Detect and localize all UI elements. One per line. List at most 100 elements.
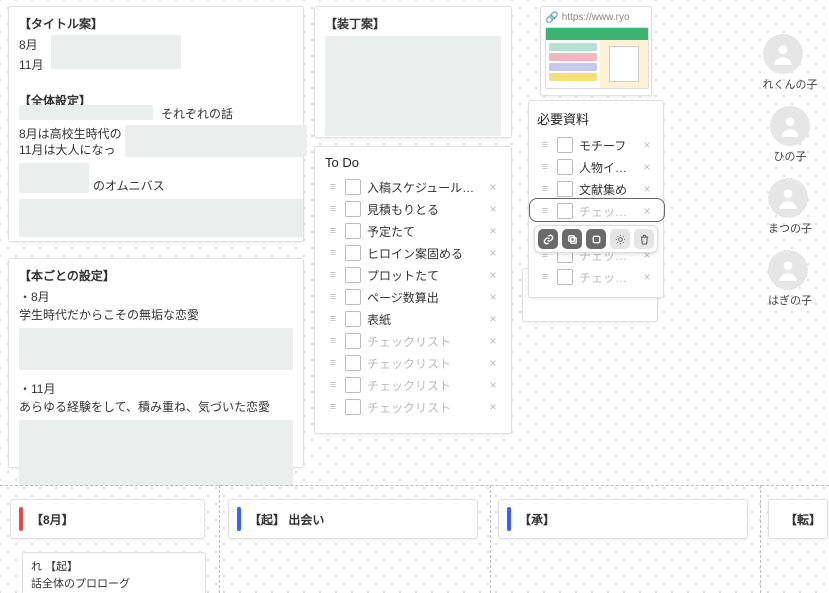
remove-item-button[interactable]: × — [485, 180, 501, 194]
checkbox[interactable] — [557, 203, 573, 219]
heading-todo: To Do — [325, 155, 505, 170]
checkbox[interactable] — [345, 377, 361, 393]
checklist-label: ページ数算出 — [367, 289, 485, 306]
card-binding-proposal[interactable]: 【装丁案】 — [314, 6, 512, 138]
card-title-settings[interactable]: 【タイトル案】 8月 11月 【全体設定】 それぞれの話 8月は高校生時代の 1… — [8, 6, 304, 242]
collaborator[interactable]: はぎの子 — [768, 250, 812, 308]
remove-item-button[interactable]: × — [485, 268, 501, 282]
toolbar-delete-button[interactable] — [634, 229, 654, 249]
toolbar-color-button[interactable] — [610, 229, 630, 249]
redaction-block — [19, 199, 303, 237]
checklist-item[interactable]: ≡ ページ数算出× — [321, 286, 505, 308]
checklist-item[interactable]: ≡チェックリスト× — [321, 396, 505, 418]
checklist-item[interactable]: ≡文献集め× — [533, 178, 659, 200]
checklist-item[interactable]: ≡チェックリスト× — [533, 266, 659, 288]
checkbox[interactable] — [345, 267, 361, 283]
text: 11月は大人になっ — [19, 141, 115, 159]
board-canvas[interactable]: 【タイトル案】 8月 11月 【全体設定】 それぞれの話 8月は高校生時代の 1… — [0, 0, 829, 593]
checkbox[interactable] — [557, 137, 573, 153]
checklist-label: ヒロイン案固める — [367, 245, 485, 262]
remove-item-button[interactable]: × — [485, 400, 501, 414]
drag-handle-icon[interactable]: ≡ — [325, 336, 339, 347]
drag-handle-icon[interactable]: ≡ — [325, 270, 339, 281]
remove-item-button[interactable]: × — [639, 270, 655, 284]
checkbox[interactable] — [557, 159, 573, 175]
drag-handle-icon[interactable]: ≡ — [325, 402, 339, 413]
lane-header-ten[interactable]: 【転】 — [768, 499, 828, 539]
remove-item-button[interactable]: × — [485, 334, 501, 348]
checkbox[interactable] — [345, 333, 361, 349]
checklist-item[interactable]: ≡ モチーフ× — [533, 134, 659, 156]
remove-item-button[interactable]: × — [639, 160, 655, 174]
checklist-item[interactable]: ≡予定たて× — [321, 220, 505, 242]
avatar-name: ひの子 — [770, 148, 810, 164]
checklist-item[interactable]: ≡チェックリスト× — [533, 200, 659, 222]
drag-handle-icon[interactable]: ≡ — [325, 380, 339, 391]
remove-item-button[interactable]: × — [485, 246, 501, 260]
drag-handle-icon[interactable]: ≡ — [537, 162, 551, 173]
checklist-item[interactable]: ≡プロットたて× — [321, 264, 505, 286]
checkbox[interactable] — [557, 181, 573, 197]
collaborator[interactable]: ひの子 — [770, 106, 810, 164]
drag-handle-icon[interactable]: ≡ — [537, 206, 551, 217]
checklist-label: モチーフ — [579, 137, 639, 154]
drag-handle-icon[interactable]: ≡ — [325, 358, 339, 369]
drag-handle-icon[interactable]: ≡ — [325, 226, 339, 237]
heading-title-proposal: 【タイトル案】 — [19, 15, 293, 32]
card-per-book-settings[interactable]: 【本ごとの設定】 ・8月 学生時代だからこその無垢な恋愛 ・11月 あらゆる経験… — [8, 258, 304, 468]
checkbox[interactable] — [345, 245, 361, 261]
remove-item-button[interactable]: × — [639, 182, 655, 196]
checkbox[interactable] — [345, 289, 361, 305]
drag-handle-icon[interactable]: ≡ — [325, 248, 339, 259]
drag-handle-icon[interactable]: ≡ — [325, 182, 339, 193]
heading-materials: 必要資料 — [537, 109, 659, 128]
checklist-item[interactable]: ≡ ヒロイン案固める× — [321, 242, 505, 264]
lane-header-august[interactable]: 【8月】 — [10, 499, 205, 539]
checkbox[interactable] — [557, 269, 573, 285]
toolbar-duplicate-button[interactable] — [562, 229, 582, 249]
checklist-item[interactable]: ≡ 見積もりとる× — [321, 198, 505, 220]
remove-item-button[interactable]: × — [485, 378, 501, 392]
checklist-item[interactable]: ≡入稿スケジュール確認× — [321, 176, 505, 198]
checklist-item[interactable]: ≡チェックリスト× — [321, 330, 505, 352]
drag-handle-icon[interactable]: ≡ — [537, 140, 551, 151]
remove-item-button[interactable]: × — [639, 138, 655, 152]
checkbox[interactable] — [345, 179, 361, 195]
drag-handle-icon[interactable]: ≡ — [325, 292, 339, 303]
redaction-block — [19, 328, 293, 370]
card-url-bookmark[interactable]: 🔗 https://www.ryo — [540, 6, 652, 96]
checklist-item[interactable]: ≡表紙× — [321, 308, 505, 330]
lane-divider-vertical — [219, 485, 220, 593]
checkbox[interactable] — [345, 223, 361, 239]
lane-title: 【8月】 — [31, 511, 74, 528]
checklist-materials: ≡モチーフ×≡人物イメージ×≡文献集め×≡チェックリスト×≡チェックリスト×≡チ… — [533, 134, 659, 288]
collaborator[interactable]: れくんの子 — [763, 34, 818, 92]
drag-handle-icon[interactable]: ≡ — [537, 184, 551, 195]
remove-item-button[interactable]: × — [485, 356, 501, 370]
card-materials[interactable]: 必要資料 ≡モチーフ×≡人物イメージ×≡文献集め×≡チェックリスト×≡チェックリ… — [528, 100, 664, 298]
remove-item-button[interactable]: × — [485, 224, 501, 238]
drag-handle-icon[interactable]: ≡ — [537, 272, 551, 283]
checklist-item[interactable]: ≡人物イメージ× — [533, 156, 659, 178]
checkbox[interactable] — [345, 311, 361, 327]
drag-handle-icon[interactable]: ≡ — [325, 314, 339, 325]
card-plot-note[interactable]: れ 【起】 話全体のプロローグ 彼女とのことを書きながら、 — [22, 552, 206, 593]
toolbar-frame-button[interactable] — [586, 229, 606, 249]
toolbar-link-button[interactable] — [538, 229, 558, 249]
checklist-label: 見積もりとる — [367, 201, 485, 218]
lane-header-ki[interactable]: 【起】 出会い — [228, 499, 478, 539]
checkbox[interactable] — [345, 399, 361, 415]
drag-handle-icon[interactable]: ≡ — [325, 204, 339, 215]
remove-item-button[interactable]: × — [639, 204, 655, 218]
remove-item-button[interactable]: × — [485, 290, 501, 304]
checklist-item[interactable]: ≡チェックリスト× — [321, 374, 505, 396]
remove-item-button[interactable]: × — [485, 312, 501, 326]
card-todo[interactable]: To Do ≡入稿スケジュール確認×≡見積もりとる×≡予定たて×≡ヒロイン案固め… — [314, 146, 512, 434]
collaborator[interactable]: まつの子 — [768, 178, 812, 236]
checkbox[interactable] — [345, 201, 361, 217]
checkbox[interactable] — [345, 355, 361, 371]
remove-item-button[interactable]: × — [485, 202, 501, 216]
checklist-item[interactable]: ≡チェックリスト× — [321, 352, 505, 374]
heading-binding: 【装丁案】 — [325, 15, 501, 32]
lane-header-sho[interactable]: 【承】 — [498, 499, 748, 539]
